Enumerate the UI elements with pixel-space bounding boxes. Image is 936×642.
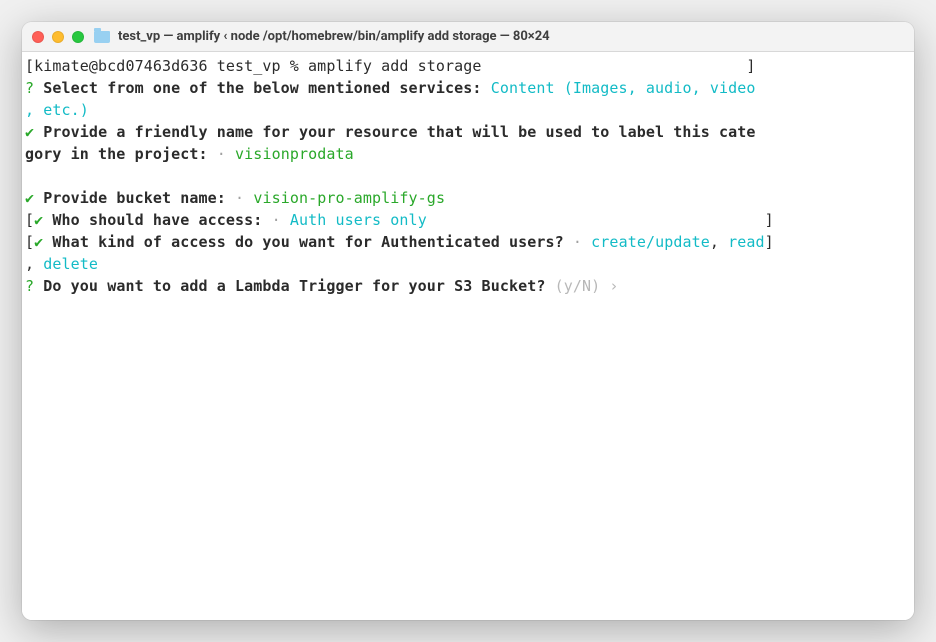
comma: , — [25, 255, 43, 273]
answer-text: vision-pro-amplify-gs — [253, 189, 445, 207]
bracket-open: [ — [25, 233, 34, 251]
prompt-line: [kimate@bcd07463d636 test_vp % amplify a… — [25, 57, 755, 75]
check-icon: ✔ — [34, 211, 43, 229]
window-title: test_vp — amplify ‹ node /opt/homebrew/b… — [118, 29, 550, 44]
check-icon: ✔ — [25, 123, 34, 141]
close-icon[interactable] — [32, 31, 44, 43]
check-icon: ✔ — [25, 189, 34, 207]
titlebar: test_vp — amplify ‹ node /opt/homebrew/b… — [22, 22, 914, 52]
traffic-lights — [32, 31, 84, 43]
question-text: gory in the project: — [25, 145, 208, 163]
answer-text: , — [25, 101, 43, 119]
question-text: What kind of access do you want for Auth… — [52, 233, 563, 251]
question-text: Select from one of the below mentioned s… — [43, 79, 481, 97]
question-marker-icon: ? — [25, 277, 34, 295]
check-icon: ✔ — [34, 233, 43, 251]
answer-text: read — [728, 233, 765, 251]
answer-text: Auth users only — [290, 211, 427, 229]
terminal-output[interactable]: [kimate@bcd07463d636 test_vp % amplify a… — [22, 52, 914, 620]
dot-separator-icon: · — [272, 211, 281, 229]
dot-separator-icon: · — [573, 233, 582, 251]
question-marker-icon: ? — [25, 79, 34, 97]
terminal-window: test_vp — amplify ‹ node /opt/homebrew/b… — [22, 22, 914, 620]
folder-icon — [94, 31, 110, 43]
comma: , — [710, 233, 728, 251]
bracket-open: [ — [25, 211, 34, 229]
answer-text: create/update — [591, 233, 710, 251]
answer-text: visionprodata — [235, 145, 354, 163]
answer-text: etc.) — [43, 101, 89, 119]
bracket-close: ] — [765, 233, 774, 251]
bracket-close: ] — [765, 211, 774, 229]
pad — [427, 211, 765, 229]
question-text: Do you want to add a Lambda Trigger for … — [43, 277, 545, 295]
minimize-icon[interactable] — [52, 31, 64, 43]
question-text: Provide a friendly name for your resourc… — [43, 123, 755, 141]
answer-text: delete — [43, 255, 98, 273]
dot-separator-icon: · — [217, 145, 226, 163]
question-text: Who should have access: — [52, 211, 262, 229]
question-text: Provide bucket name: — [43, 189, 226, 207]
zoom-icon[interactable] — [72, 31, 84, 43]
answer-text: Content (Images, audio, video — [491, 79, 756, 97]
dot-separator-icon: · — [235, 189, 244, 207]
input-hint: (y/N) › — [555, 277, 619, 295]
